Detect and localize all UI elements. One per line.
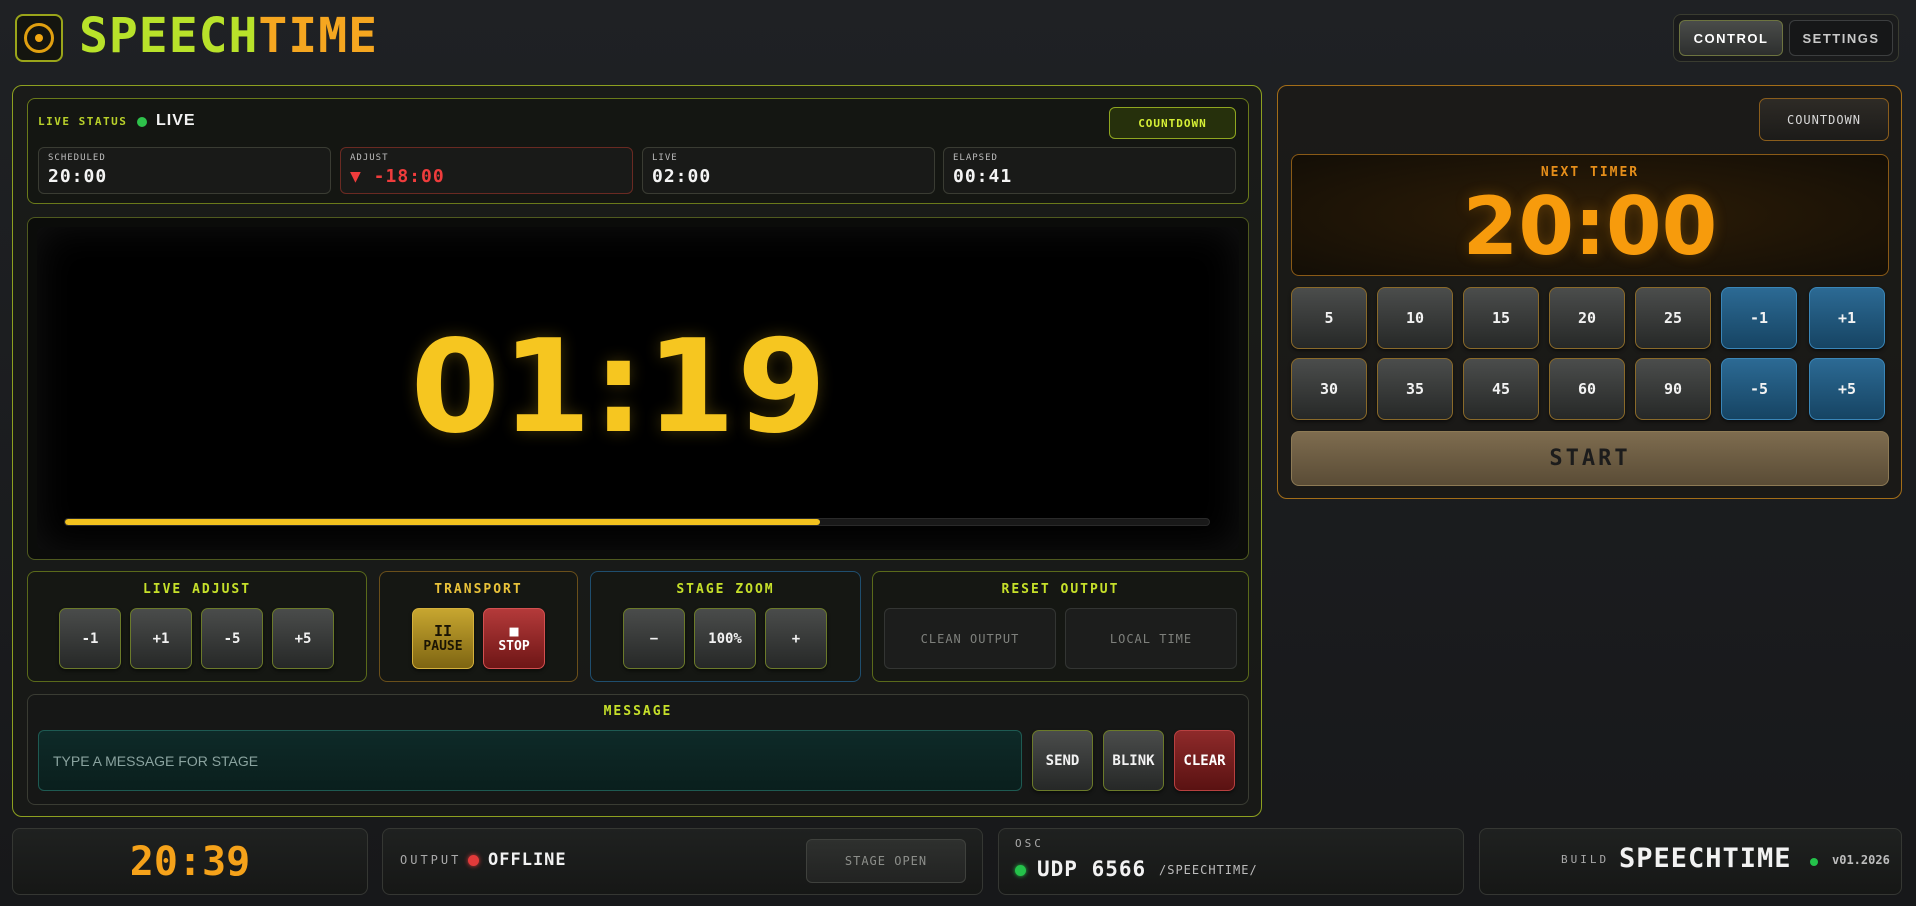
- build-label: BUILD: [1561, 853, 1610, 866]
- live-adjust-minus-1-button[interactable]: -1: [59, 608, 121, 669]
- top-tabs: CONTROL SETTINGS: [1673, 14, 1899, 62]
- preset-35-button[interactable]: 35: [1377, 358, 1453, 420]
- stat-value: 20:00: [48, 166, 108, 187]
- live-adjust-minus-5-button[interactable]: -5: [201, 608, 263, 669]
- stat-key: ADJUST: [350, 153, 389, 163]
- preset-30-button[interactable]: 30: [1291, 358, 1367, 420]
- zoom-out-button[interactable]: −: [623, 608, 685, 669]
- start-button[interactable]: START: [1291, 431, 1889, 486]
- preset-45-button[interactable]: 45: [1463, 358, 1539, 420]
- stop-icon: ■: [509, 621, 519, 640]
- live-adjust-plus-1-button[interactable]: +1: [130, 608, 192, 669]
- pause-button[interactable]: II PAUSE: [412, 608, 474, 669]
- preset-20-button[interactable]: 20: [1549, 287, 1625, 349]
- zoom-level[interactable]: 100%: [694, 608, 756, 669]
- osc-label: OSC: [1015, 837, 1044, 850]
- stat-value: 00:41: [953, 166, 1013, 187]
- tab-settings[interactable]: SETTINGS: [1789, 20, 1893, 56]
- preset-90-button[interactable]: 90: [1635, 358, 1711, 420]
- next-timer-display: 20:00: [1462, 180, 1718, 273]
- stat-value: ▼ -18:00: [350, 166, 445, 187]
- brand-part-1: SPEECH: [79, 8, 259, 64]
- local-time-button[interactable]: LOCAL TIME: [1065, 608, 1237, 669]
- live-status-label: LIVE STATUS: [38, 115, 128, 128]
- build-version: v01.2026: [1832, 853, 1890, 867]
- stop-button[interactable]: ■ STOP: [483, 608, 545, 669]
- group-title: TRANSPORT: [434, 582, 523, 597]
- brand-title: SPEECHTIME: [79, 6, 378, 66]
- stat-value: 02:00: [652, 166, 712, 187]
- output-label: OUTPUT: [400, 853, 462, 867]
- next-minus-5-button[interactable]: -5: [1721, 358, 1797, 420]
- osc-port: UDP 6566: [1037, 857, 1147, 881]
- pause-icon: II: [433, 621, 453, 640]
- message-title: MESSAGE: [603, 704, 673, 719]
- local-clock: 20:39: [129, 839, 251, 885]
- clear-message-button[interactable]: CLEAR: [1174, 730, 1235, 791]
- blink-message-button[interactable]: BLINK: [1103, 730, 1164, 791]
- preset-5-button[interactable]: 5: [1291, 287, 1367, 349]
- tab-control[interactable]: CONTROL: [1679, 20, 1783, 56]
- preset-60-button[interactable]: 60: [1549, 358, 1625, 420]
- preset-10-button[interactable]: 10: [1377, 287, 1453, 349]
- live-state: LIVE: [156, 112, 196, 129]
- output-status-dot: [468, 855, 479, 866]
- build-name: SPEECHTIME: [1619, 843, 1792, 874]
- preset-25-button[interactable]: 25: [1635, 287, 1711, 349]
- stat-elapsed: ELAPSED 00:41: [943, 147, 1236, 194]
- group-title: RESET OUTPUT: [1001, 582, 1120, 597]
- send-message-button[interactable]: SEND: [1032, 730, 1093, 791]
- logo-icon: [15, 14, 63, 62]
- countdown-mode-badge[interactable]: COUNTDOWN: [1109, 107, 1236, 139]
- stat-key: ELAPSED: [953, 153, 998, 163]
- stat-key: SCHEDULED: [48, 153, 106, 163]
- build-status-dot: [1810, 858, 1818, 866]
- clean-output-button[interactable]: CLEAN OUTPUT: [884, 608, 1056, 669]
- osc-path: /SPEECHTIME/: [1159, 863, 1258, 877]
- live-adjust-plus-5-button[interactable]: +5: [272, 608, 334, 669]
- countdown-mode-button[interactable]: COUNTDOWN: [1759, 98, 1889, 141]
- stage-open-button[interactable]: STAGE OPEN: [806, 839, 966, 883]
- group-title: STAGE ZOOM: [676, 582, 775, 597]
- next-minus-1-button[interactable]: -1: [1721, 287, 1797, 349]
- stat-live: LIVE 02:00: [642, 147, 935, 194]
- output-state: OFFLINE: [488, 850, 567, 870]
- stat-key: LIVE: [652, 153, 678, 163]
- group-title: LIVE ADJUST: [142, 582, 252, 597]
- stat-adjust: ADJUST ▼ -18:00: [340, 147, 633, 194]
- stop-label: STOP: [498, 638, 530, 654]
- message-input[interactable]: [38, 730, 1022, 791]
- next-timer-label: NEXT TIMER: [1540, 165, 1640, 180]
- osc-status-dot: [1015, 865, 1026, 876]
- stage-progress-fill: [65, 519, 821, 525]
- transport-group: TRANSPORT: [379, 571, 578, 682]
- preset-15-button[interactable]: 15: [1463, 287, 1539, 349]
- stage-timer-display: 01:19: [410, 313, 829, 462]
- stage-progress-bar: [64, 518, 1210, 526]
- next-plus-5-button[interactable]: +5: [1809, 358, 1885, 420]
- zoom-in-button[interactable]: +: [765, 608, 827, 669]
- pause-label: PAUSE: [423, 638, 463, 654]
- stat-scheduled: SCHEDULED 20:00: [38, 147, 331, 194]
- brand-part-2: TIME: [258, 8, 378, 64]
- next-plus-1-button[interactable]: +1: [1809, 287, 1885, 349]
- live-indicator-dot: [137, 117, 147, 127]
